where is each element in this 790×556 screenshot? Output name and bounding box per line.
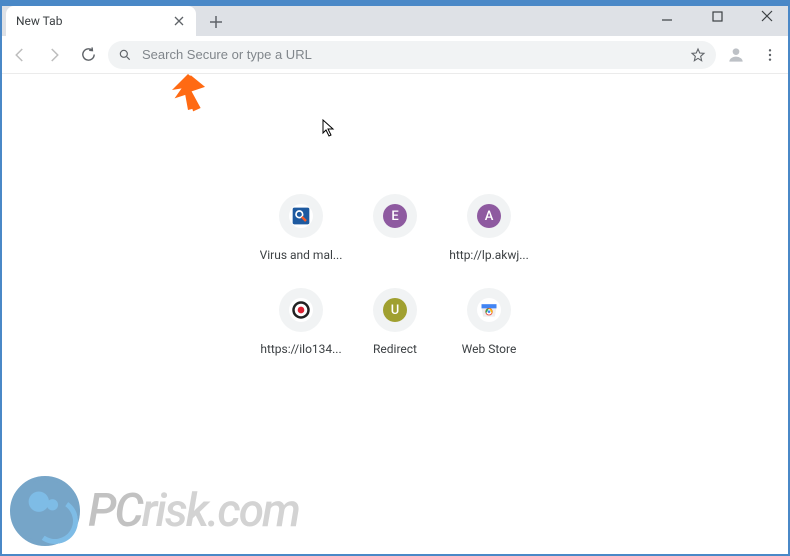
address-bar[interactable] bbox=[108, 41, 716, 69]
bookmark-star-icon[interactable] bbox=[690, 47, 706, 63]
shortcut-tile[interactable]: Web Store bbox=[444, 288, 534, 356]
shortcut-label: Web Store bbox=[462, 342, 517, 356]
shortcut-tile[interactable]: A http://lp.akwj... bbox=[444, 194, 534, 262]
shortcuts-grid: Virus and mal... E A http://lp.akwj... h… bbox=[256, 194, 534, 356]
browser-tab[interactable]: New Tab bbox=[6, 6, 196, 36]
shortcut-tile[interactable]: E bbox=[350, 194, 440, 262]
shortcut-icon bbox=[467, 288, 511, 332]
new-tab-button[interactable] bbox=[202, 8, 230, 36]
minimize-button[interactable] bbox=[652, 10, 682, 26]
window-controls bbox=[652, 0, 782, 36]
reload-button[interactable] bbox=[74, 41, 102, 69]
shortcut-tile[interactable]: Virus and mal... bbox=[256, 194, 346, 262]
address-input[interactable] bbox=[142, 47, 680, 62]
shortcut-icon bbox=[279, 194, 323, 238]
profile-button[interactable] bbox=[722, 41, 750, 69]
shortcut-icon: U bbox=[373, 288, 417, 332]
shortcut-tile[interactable]: U Redirect bbox=[350, 288, 440, 356]
pcrisk-logo-icon bbox=[10, 476, 80, 546]
maximize-button[interactable] bbox=[702, 10, 732, 26]
pcrisk-watermark: PCrisk.com bbox=[10, 476, 299, 546]
tab-strip: New Tab bbox=[0, 0, 790, 36]
close-window-button[interactable] bbox=[752, 10, 782, 26]
kebab-menu-button[interactable] bbox=[756, 41, 784, 69]
pointer-arrow-annotation bbox=[166, 72, 206, 112]
shortcut-icon bbox=[279, 288, 323, 332]
shortcut-icon: E bbox=[373, 194, 417, 238]
pcrisk-watermark-text: PCrisk.com bbox=[88, 484, 299, 538]
close-tab-icon[interactable] bbox=[172, 14, 186, 28]
shortcut-label: Redirect bbox=[373, 342, 417, 356]
shortcut-label: Virus and mal... bbox=[260, 248, 343, 262]
shortcut-label: https://ilo134... bbox=[260, 342, 341, 356]
search-icon bbox=[118, 48, 132, 62]
mouse-cursor-icon bbox=[322, 119, 336, 141]
shortcut-label: http://lp.akwj... bbox=[449, 248, 529, 262]
toolbar bbox=[0, 36, 790, 74]
forward-button[interactable] bbox=[40, 41, 68, 69]
shortcut-icon: A bbox=[467, 194, 511, 238]
back-button[interactable] bbox=[6, 41, 34, 69]
shortcut-tile[interactable]: https://ilo134... bbox=[256, 288, 346, 356]
tab-title: New Tab bbox=[16, 14, 62, 28]
